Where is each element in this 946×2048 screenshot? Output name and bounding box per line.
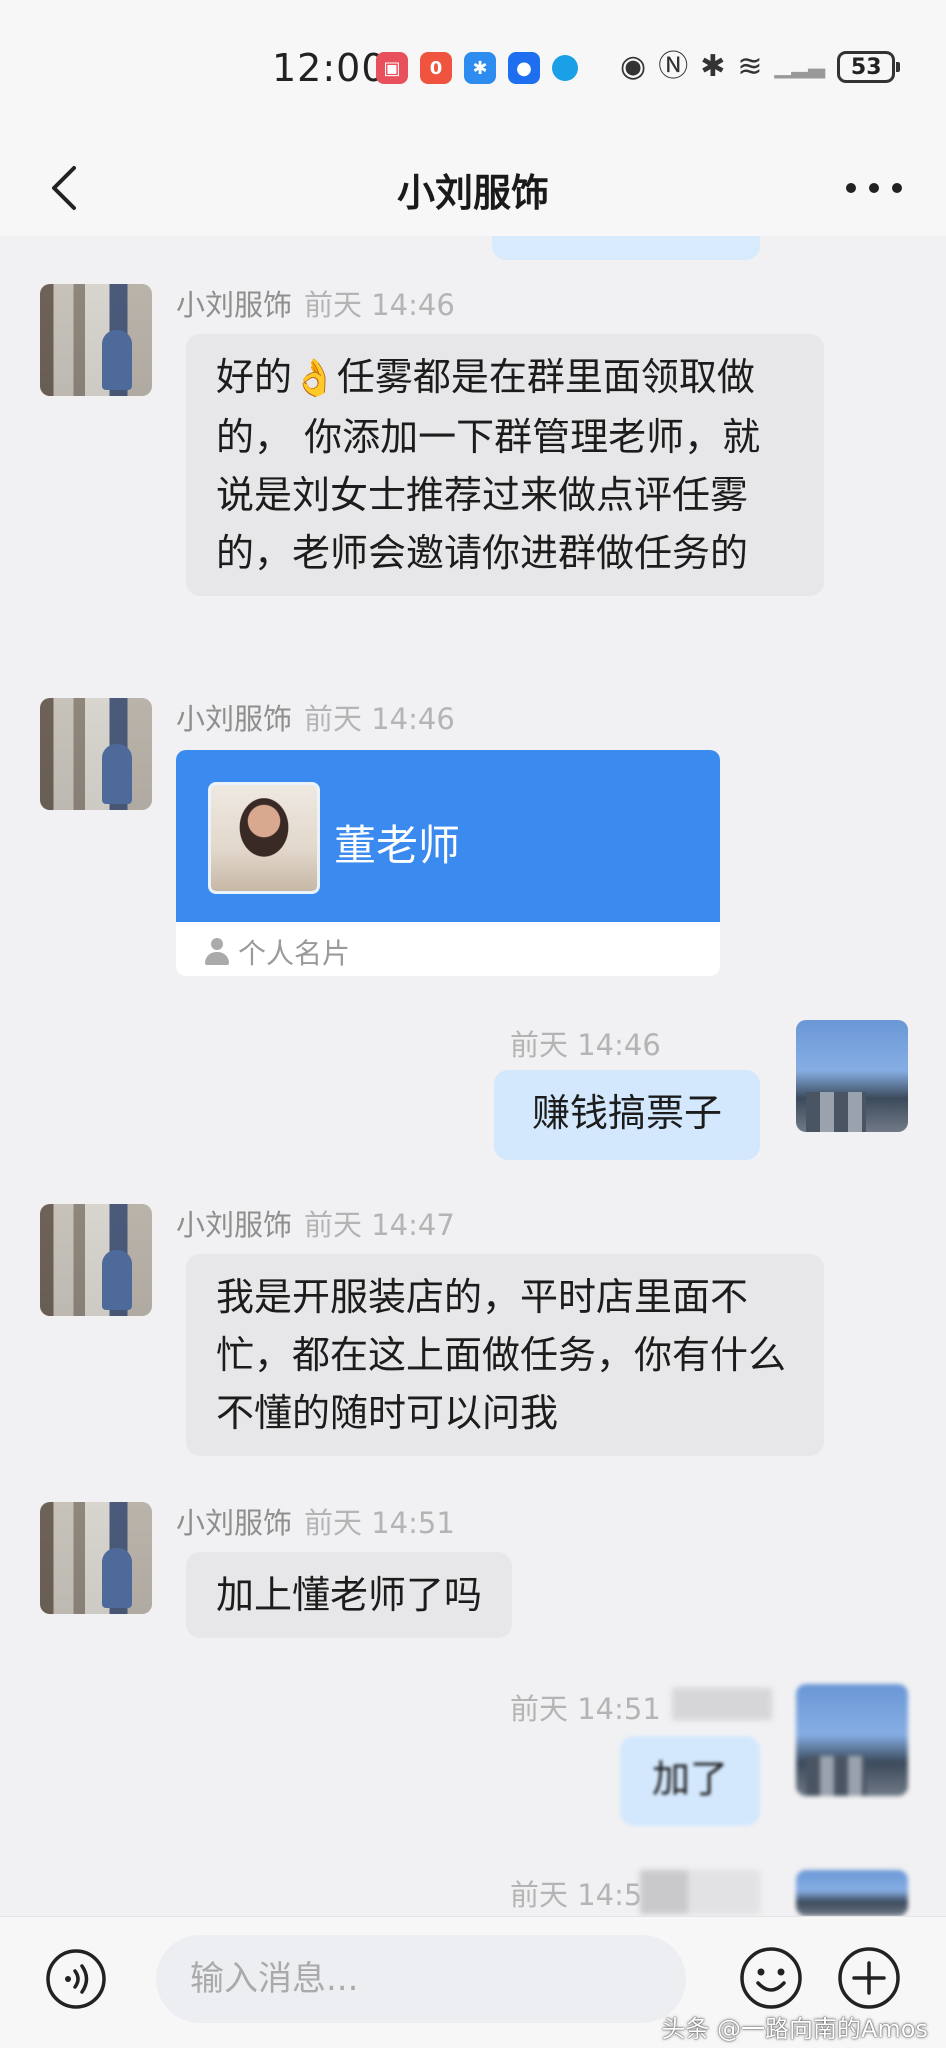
emoji-icon[interactable] [738, 1945, 804, 2011]
contact-avatar[interactable] [40, 1204, 152, 1316]
contact-card-name: 董老师 [334, 821, 461, 870]
contact-card-footer: 个人名片 [204, 932, 350, 972]
my-avatar[interactable] [796, 1870, 908, 1916]
watermark: 头条 @一路向南的Amos [661, 2015, 928, 2043]
incoming-message-bubble[interactable]: 好的👌任雾都是在群里面领取做的， 你添加一下群管理老师，就说是刘女士推荐过来做点… [186, 334, 824, 596]
message-meta: 小刘服饰 前天 14:46 [176, 696, 455, 738]
sender-name: 小刘服饰 [176, 288, 293, 322]
contact-avatar[interactable] [40, 284, 152, 396]
eye-icon: ◉ [620, 49, 647, 84]
chat-message-list[interactable]: 小刘服饰 前天 14:46 好的👌任雾都是在群里面领取做的， 你添加一下群管理老师… [0, 236, 946, 1916]
message-time: 前天 14:47 [304, 1208, 455, 1242]
signal-icon: ▁▂▃ [774, 54, 826, 79]
message-time: 前天 14:46 [304, 288, 455, 322]
redacted-text [672, 1688, 772, 1720]
ok-hand-icon: 👌 [292, 358, 337, 399]
message-time: 前天 14:46 [510, 1028, 661, 1062]
message-text: 加了 [651, 1757, 728, 1801]
voice-input-icon[interactable] [44, 1947, 108, 2011]
outgoing-message-bubble[interactable]: 赚钱搞票子 [494, 1070, 760, 1160]
incoming-message-bubble[interactable]: 我是开服装店的，平时店里面不忙，都在这上面做任务，你有什么不懂的随时可以问我 [186, 1254, 824, 1456]
system-icons: ◉ Ⓝ ✱ ≋ ▁▂▃ 53 [620, 49, 901, 84]
contact-card-header: 董老师 [176, 750, 720, 922]
sender-name: 小刘服饰 [176, 1506, 293, 1540]
message-input[interactable] [156, 1935, 686, 2023]
contact-card-avatar [208, 782, 320, 894]
message-time: 前天 14:46 [304, 702, 455, 736]
message-text: 好的 [216, 355, 293, 399]
contact-card-label: 个人名片 [238, 937, 351, 970]
chat-header: 小刘服饰 [0, 140, 946, 236]
chat-title: 小刘服饰 [396, 171, 549, 215]
status-bar: 12:00 ▣ 0 ✱ ● ◉ Ⓝ ✱ ≋ ▁▂▃ 53 [0, 0, 946, 140]
sender-name: 小刘服饰 [176, 702, 293, 736]
redacted-text [640, 1870, 760, 1914]
contact-card[interactable]: 董老师 个人名片 [176, 750, 720, 976]
contact-avatar[interactable] [40, 1502, 152, 1614]
app-notification-icon [552, 55, 578, 81]
more-options-icon[interactable] [846, 170, 902, 206]
bluetooth-icon: ✱ [700, 49, 726, 84]
app-notification-icon: ● [508, 52, 540, 84]
contact-avatar[interactable] [40, 698, 152, 810]
message-meta: 小刘服饰 前天 14:46 [176, 282, 455, 324]
message-meta: 小刘服饰 前天 14:51 [176, 1500, 455, 1542]
previous-message-bubble [492, 236, 760, 260]
sender-name: 小刘服饰 [176, 1208, 293, 1242]
message-time: 前天 14:51 [304, 1506, 455, 1540]
message-time: 前天 14:5 [510, 1878, 643, 1912]
app-notification-icon: 0 [420, 52, 452, 84]
outgoing-message-bubble[interactable]: 加了 [620, 1736, 760, 1826]
battery-icon: 53 [837, 51, 901, 83]
message-text: 赚钱搞票子 [531, 1091, 722, 1135]
message-meta: 小刘服饰 前天 14:47 [176, 1202, 455, 1244]
my-avatar[interactable] [796, 1684, 908, 1796]
message-time: 前天 14:51 [510, 1692, 661, 1726]
bluetooth-app-icon: ✱ [464, 52, 496, 84]
wifi-icon: ≋ [737, 49, 763, 84]
nfc-icon: Ⓝ [658, 49, 689, 84]
app-notification-icon: ▣ [376, 52, 408, 84]
my-avatar[interactable] [796, 1020, 908, 1132]
notification-icons: ▣ 0 ✱ ● [376, 52, 578, 84]
incoming-message-bubble[interactable]: 加上懂老师了吗 [186, 1552, 513, 1638]
person-icon [204, 938, 230, 966]
plus-icon[interactable] [836, 1945, 902, 2011]
message-input-bar: 头条 @一路向南的Amos [0, 1916, 946, 2048]
message-text: 加上懂老师了吗 [216, 1573, 483, 1617]
message-text: 我是开服装店的，平时店里面不忙，都在这上面做任务，你有什么不懂的随时可以问我 [216, 1275, 787, 1435]
status-time: 12:00 [272, 46, 387, 90]
